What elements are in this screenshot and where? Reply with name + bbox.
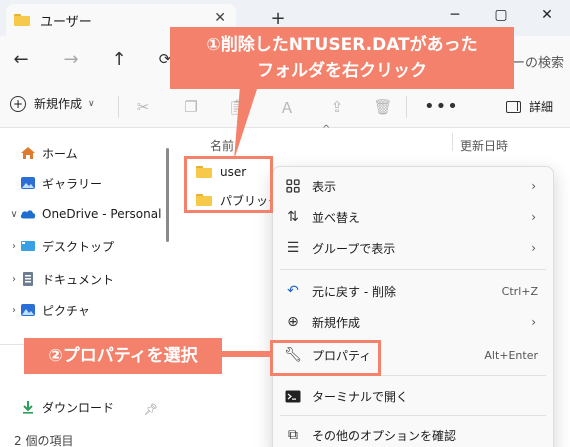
callout-step1-line1: ①削除したNTUSER.DATがあった — [206, 35, 478, 55]
callout-step2: ②プロパティを選択 — [24, 338, 222, 374]
leader-line-step1 — [234, 86, 258, 160]
callout-step1: ①削除したNTUSER.DATがあった フォルダを右クリック — [170, 27, 514, 89]
callout-step1-line2: フォルダを右クリック — [257, 61, 427, 81]
leader-line-step2 — [220, 351, 272, 357]
